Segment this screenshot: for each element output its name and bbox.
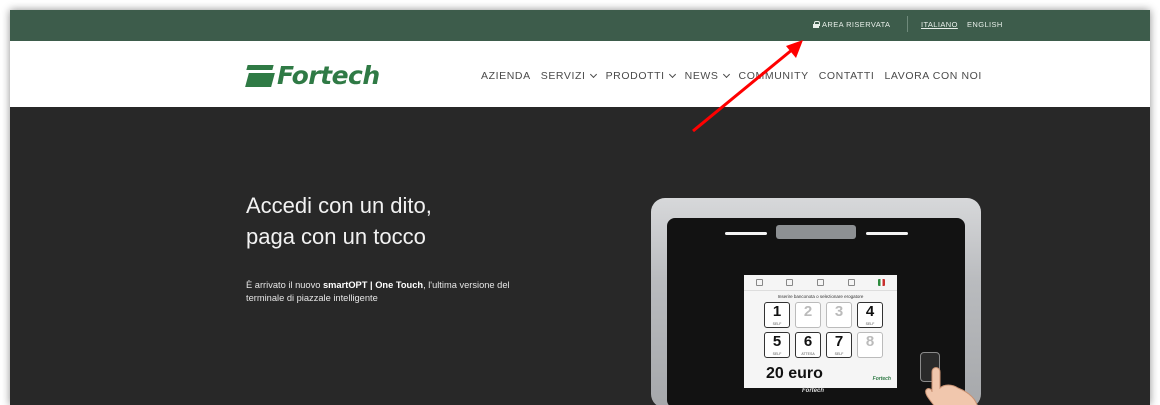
pump-key: 3	[826, 302, 852, 328]
nav-item-label: PRODOTTI	[605, 70, 665, 82]
pump-keypad: 1 SELF 2 3 4 SELF 5 SELF 6 ATTESA 7 SELF 8	[764, 302, 884, 358]
nav-item-contatti[interactable]: CONTATTI	[819, 70, 875, 82]
screen-icon-4	[847, 279, 855, 286]
nav-item-news[interactable]: NEWS	[684, 70, 730, 82]
logo-mark-icon	[245, 64, 275, 87]
screen-brand: Fortech	[872, 376, 891, 382]
italian-flag-icon	[878, 279, 886, 286]
pump-key: 5 SELF	[764, 332, 790, 358]
lang-italiano-link[interactable]: ITALIANO	[921, 20, 958, 29]
fortech-logo[interactable]: Fortech	[245, 61, 380, 90]
screen-message: Inserire banconota o selezionare erogato…	[777, 294, 864, 299]
nav-item-lavora-con-noi[interactable]: LAVORA CON NOI	[884, 70, 981, 82]
pump-key: 6 ATTESA	[795, 332, 821, 358]
pump-number: 1	[772, 303, 782, 320]
terminal-light-right	[866, 232, 908, 235]
pump-key: 4 SELF	[857, 302, 883, 328]
nav-item-prodotti[interactable]: PRODOTTI	[605, 70, 676, 82]
nav-item-community[interactable]: COMMUNITY	[739, 70, 809, 82]
pump-status: SELF	[834, 352, 844, 356]
area-riservata-link[interactable]: AREA RISERVATA	[813, 20, 890, 29]
hero-intro-text: È arrivato il nuovo smartOPT | One Touch…	[246, 279, 536, 305]
pump-number: 3	[834, 303, 844, 320]
hero-headline: Accedi con un dito, paga con un tocco	[246, 190, 566, 252]
headline-line-1: Accedi con un dito,	[246, 193, 432, 218]
utility-bar: AREA RISERVATA ITALIANO ENGLISH	[10, 10, 1150, 41]
nav-item-label: CONTATTI	[818, 70, 875, 82]
logo-text: Fortech	[277, 61, 380, 90]
screen-icon-row	[744, 275, 897, 291]
nav-item-label: SERVIZI	[540, 70, 586, 82]
pump-number: 4	[865, 303, 875, 320]
pump-key: 7 SELF	[826, 332, 852, 358]
terminal-brand-label: Fortech	[802, 388, 825, 394]
chevron-down-icon	[589, 70, 597, 79]
screen-icon-3	[816, 279, 824, 286]
main-navbar: Fortech AZIENDA SERVIZI PRODOTTI NEWS COMMUN…	[10, 41, 1150, 107]
pump-number: 7	[834, 333, 844, 350]
screen-icon-1	[755, 279, 763, 286]
pump-key: 8	[857, 332, 883, 358]
utility-divider	[907, 16, 908, 32]
intro-pre: È arrivato il nuovo	[246, 280, 323, 290]
chevron-down-icon	[668, 70, 676, 79]
screen-amount: 20 euro	[766, 365, 823, 382]
hand-icon	[925, 367, 978, 405]
nav-item-servizi[interactable]: SERVIZI	[540, 70, 597, 82]
nav-item-label: NEWS	[684, 70, 719, 82]
pump-number: 5	[772, 333, 782, 350]
pump-key: 2	[795, 302, 821, 328]
chevron-down-icon	[722, 70, 730, 79]
pump-status: ATTESA	[801, 352, 815, 356]
area-riservata-label: AREA RISERVATA	[822, 20, 891, 29]
terminal-screen: Inserire banconota o selezionare erogato…	[744, 275, 897, 388]
nav-item-label: COMMUNITY	[738, 70, 809, 82]
headline-line-2: paga con un tocco	[246, 224, 426, 249]
lang-english-link[interactable]: ENGLISH	[967, 20, 1003, 29]
main-menu: AZIENDA SERVIZI PRODOTTI NEWS COMMUNITY CONTA…	[481, 70, 992, 82]
intro-product-name: smartOPT | One Touch	[323, 280, 424, 290]
pump-status: SELF	[865, 322, 875, 326]
pump-status: SELF	[772, 322, 782, 326]
terminal-slot	[776, 225, 856, 239]
screen-icon-2	[786, 279, 794, 286]
pump-number: 6	[803, 333, 813, 350]
lock-icon	[813, 21, 820, 28]
pump-key: 1 SELF	[764, 302, 790, 328]
nav-item-label: AZIENDA	[481, 70, 531, 82]
nav-item-azienda[interactable]: AZIENDA	[481, 70, 531, 82]
pump-number: 8	[865, 333, 875, 350]
terminal-light-left	[725, 232, 767, 235]
pump-status: SELF	[772, 352, 782, 356]
nav-item-label: LAVORA CON NOI	[884, 70, 982, 82]
pump-number: 2	[803, 303, 813, 320]
